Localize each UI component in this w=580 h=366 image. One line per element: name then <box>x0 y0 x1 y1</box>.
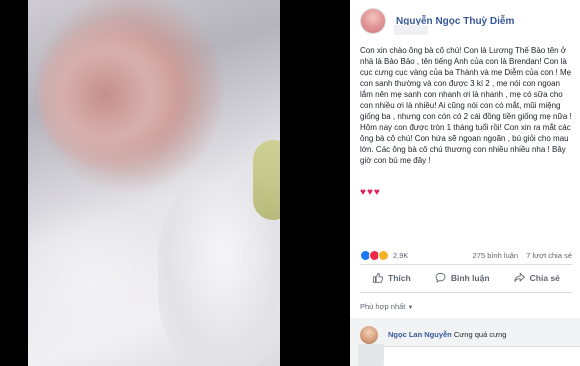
post-text: Con xin chào ông bà cô chú! Con là Lương… <box>360 46 572 165</box>
wow-reaction-icon <box>378 250 389 261</box>
like-label: Thích <box>388 272 411 283</box>
post-header: Nguyễn Ngọc Thuỳ Diễm <box>360 8 514 34</box>
comment-button[interactable]: Bình luận <box>435 272 490 283</box>
photo-toy <box>253 140 280 220</box>
blurred-overlay <box>358 344 384 366</box>
share-label: Chia sẻ <box>529 272 560 283</box>
reaction-count: 2,9K <box>393 251 409 260</box>
sort-label: Phù hợp nhất <box>360 302 406 311</box>
photo-baby-face <box>38 20 188 170</box>
post-panel: Nguyễn Ngọc Thuỳ Diễm Con xin chào ông b… <box>350 0 580 366</box>
commenter-avatar[interactable] <box>360 326 378 344</box>
share-button[interactable]: Chia sẻ <box>513 272 560 283</box>
divider <box>360 264 572 265</box>
photo-blanket-left <box>28 200 178 366</box>
baby-photo[interactable] <box>28 0 280 366</box>
heart-emojis: ♥♥♥ <box>360 187 381 198</box>
like-button[interactable]: Thích <box>372 272 411 283</box>
author-avatar[interactable] <box>360 8 386 34</box>
reaction-bar: 2,9K 275 bình luận 7 lượt chia sẻ <box>360 250 572 261</box>
reaction-summary[interactable]: 2,9K <box>360 250 408 261</box>
chevron-down-icon: ▼ <box>407 305 414 311</box>
action-bar: Thích Bình luận Chia sẻ <box>360 272 572 283</box>
comment-label: Bình luận <box>450 272 490 283</box>
comment-share-counts: 275 bình luận 7 lượt chia sẻ <box>473 251 572 260</box>
comment-item: Ngọc Lan Nguyễn Cưng quá cưng <box>388 330 506 339</box>
comment-text: Cưng quá cưng <box>453 330 507 339</box>
share-count[interactable]: 7 lượt chia sẻ <box>526 251 572 260</box>
share-icon <box>513 272 525 282</box>
comment-sort-dropdown[interactable]: Phù hợp nhất ▼ <box>360 302 413 311</box>
comment-icon <box>435 272 446 283</box>
post-meta-blurred <box>394 25 428 35</box>
photo-viewer[interactable] <box>0 0 350 366</box>
divider <box>360 292 572 293</box>
commenter-name[interactable]: Ngọc Lan Nguyễn <box>388 330 452 339</box>
comment-input[interactable] <box>380 346 580 366</box>
comment-count[interactable]: 275 bình luận <box>473 251 518 260</box>
thumbs-up-icon <box>372 272 384 283</box>
